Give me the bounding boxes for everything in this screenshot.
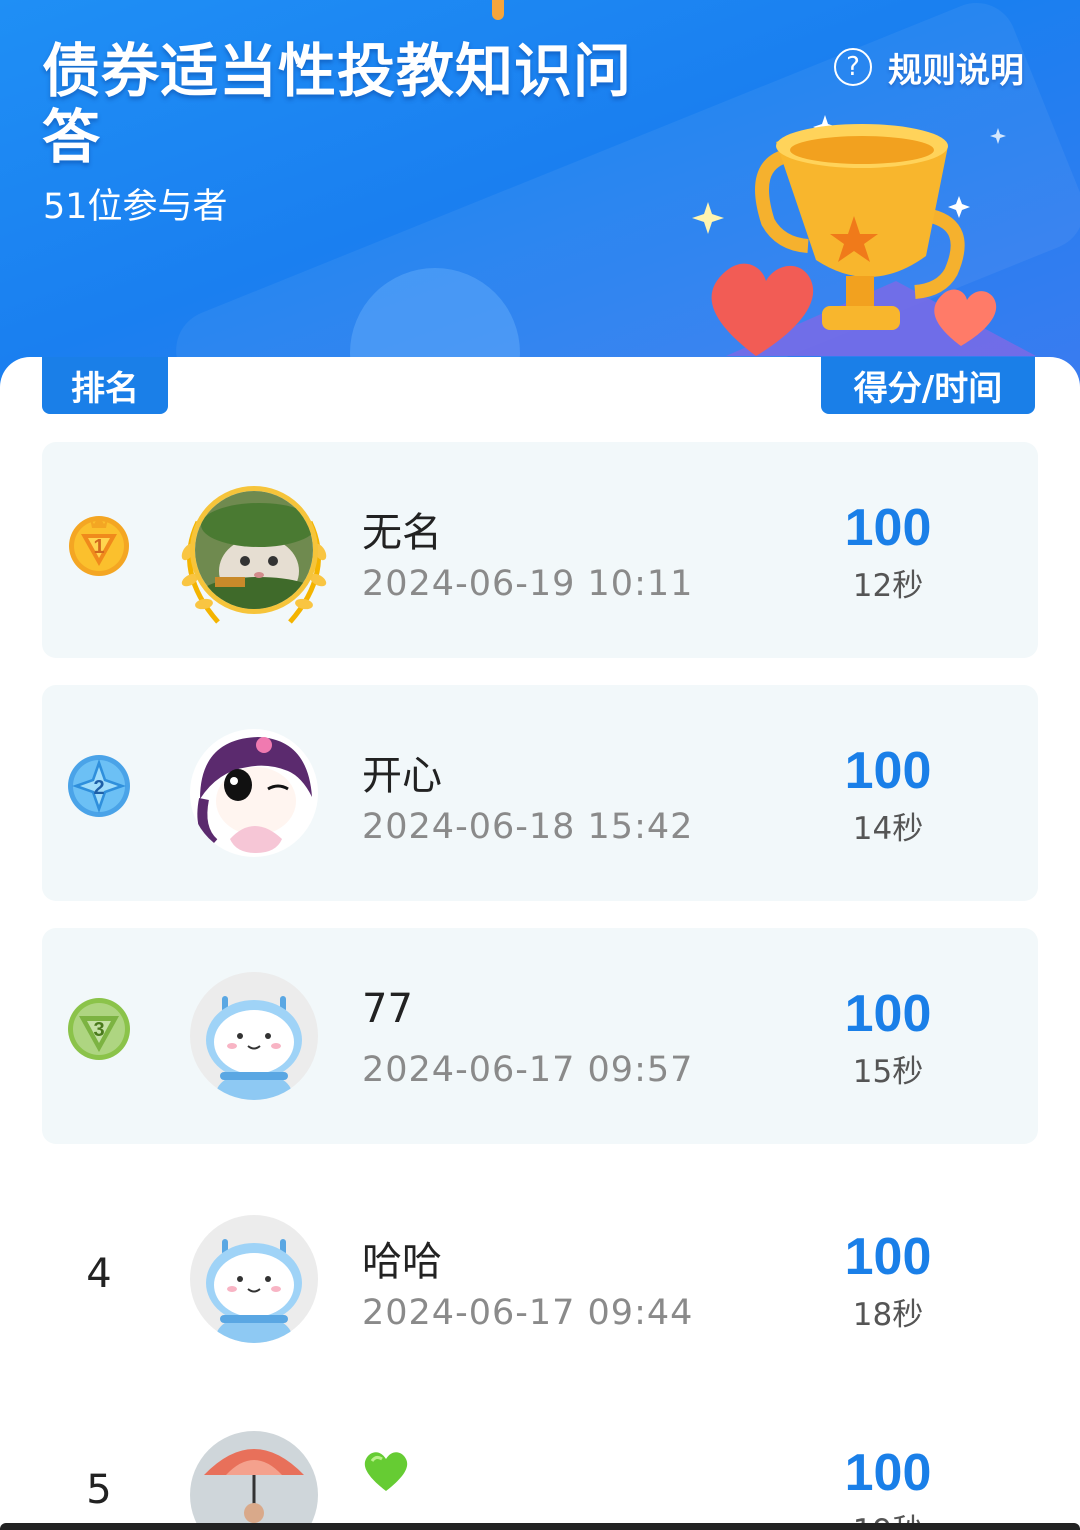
green-heart-icon	[364, 1452, 408, 1491]
avatar[interactable]	[190, 486, 318, 614]
rules-label: 规则说明	[888, 50, 1024, 91]
rules-button[interactable]: ? 规则说明	[834, 44, 1024, 91]
participant-name: 无名	[362, 510, 442, 556]
rank-number: 4	[86, 1251, 112, 1297]
duration-value: 18秒	[852, 1297, 924, 1333]
leaderboard-row-5[interactable]: 5 100 19秒	[42, 1387, 1038, 1530]
submission-time: 2024-06-17 09:44	[362, 1293, 694, 1333]
gold-medal-icon: 1	[69, 516, 129, 576]
duration-value: 12秒	[852, 568, 924, 604]
score-value: 100	[844, 985, 932, 1043]
trophy-illustration-icon	[692, 115, 1036, 356]
leaderboard-row-2[interactable]: 2 开心 2024-06-18 15:42 100 14秒	[42, 685, 1038, 901]
submission-time: 2024-06-17 09:57	[362, 1050, 694, 1090]
duration-value: 14秒	[852, 811, 924, 847]
score-value: 100	[844, 1228, 932, 1286]
score-value: 100	[844, 742, 932, 800]
svg-text:2: 2	[93, 777, 104, 799]
scroll-edge-bar	[0, 1523, 1080, 1530]
score-value: 100	[844, 499, 932, 557]
leaderboard-card: 排名 得分/时间 1 无名 2024-06-19 10:11 100 12秒 2…	[0, 357, 1080, 1530]
svg-text:3: 3	[93, 1019, 104, 1041]
page-title: 债券适当性投教知识问答	[42, 37, 633, 171]
avatar[interactable]	[190, 729, 318, 857]
submission-time: 2024-06-19 10:11	[362, 564, 694, 604]
duration-value: 15秒	[852, 1054, 924, 1090]
leaderboard-row-4[interactable]: 4 哈哈 2024-06-17 09:44 100 18秒	[42, 1171, 1038, 1387]
leaderboard-row-1[interactable]: 1 无名 2024-06-19 10:11 100 12秒	[42, 442, 1038, 658]
leaderboard-page: 债券适当性投教知识问答 51位参与者 ? 规则说明 排名 得分/时间 1 无名 …	[0, 0, 1080, 1530]
green-medal-icon: 3	[68, 998, 130, 1060]
avatar[interactable]	[190, 1215, 318, 1343]
score-value: 100	[844, 1444, 932, 1502]
question-circle-icon: ?	[834, 48, 872, 86]
participant-name: 77	[362, 986, 413, 1032]
leaderboard-row-3[interactable]: 3 77 2024-06-17 09:57 100 15秒	[42, 928, 1038, 1144]
score-time-column-header: 得分/时间	[821, 357, 1035, 414]
blue-medal-icon: 2	[68, 755, 130, 817]
submission-time: 2024-06-18 15:42	[362, 807, 694, 847]
participant-name: 哈哈	[362, 1239, 442, 1285]
avatar[interactable]	[190, 1431, 318, 1530]
rank-number: 5	[86, 1467, 112, 1513]
participant-name: 开心	[362, 753, 442, 799]
banner-decoration-accent	[492, 0, 504, 20]
avatar[interactable]	[190, 972, 318, 1100]
participant-count: 51位参与者	[43, 187, 228, 227]
rank-column-header: 排名	[42, 357, 168, 414]
svg-text:1: 1	[93, 536, 104, 558]
